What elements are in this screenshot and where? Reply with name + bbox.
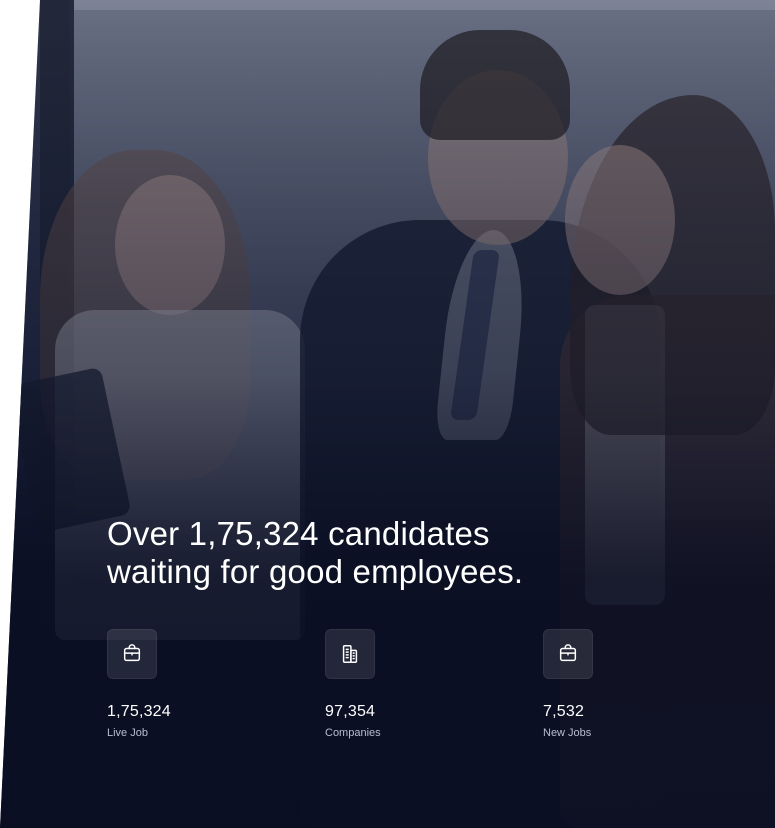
stats-row: 1,75,324 Live Job 97,354 Companies 7,532… xyxy=(107,629,663,740)
stat-value: 7,532 xyxy=(543,703,585,720)
briefcase-icon xyxy=(543,629,593,679)
stat-live-jobs: 1,75,324 Live Job xyxy=(107,629,227,740)
stat-label: Live Job xyxy=(107,727,148,739)
building-icon xyxy=(325,629,375,679)
stat-label: New Jobs xyxy=(543,727,592,739)
stat-new-jobs: 7,532 New Jobs xyxy=(543,629,663,740)
page: Over 1,75,324 candidates waiting for goo… xyxy=(0,0,775,828)
hero-headline: Over 1,75,324 candidates waiting for goo… xyxy=(107,515,524,590)
stat-label: Companies xyxy=(325,727,381,739)
stat-companies: 97,354 Companies xyxy=(325,629,445,740)
briefcase-icon xyxy=(107,629,157,679)
hero-content: Over 1,75,324 candidates waiting for goo… xyxy=(107,515,747,591)
stat-value: 1,75,324 xyxy=(107,703,171,720)
stat-value: 97,354 xyxy=(325,703,376,720)
